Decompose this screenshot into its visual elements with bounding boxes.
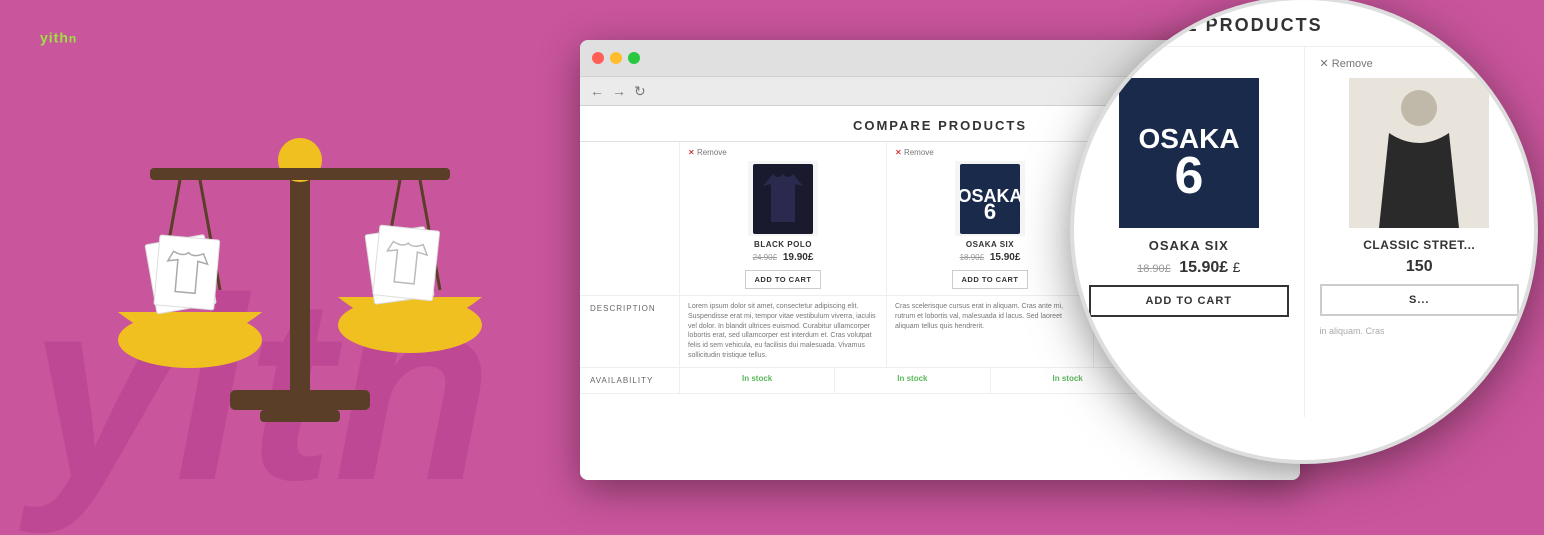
svg-text:6: 6 (1174, 147, 1203, 205)
availability-2: In stock (843, 374, 981, 383)
mag-extra-text: in aliquam. Cras (1320, 326, 1520, 336)
product-name-1: BLACK POLO (688, 240, 878, 249)
price-old-1: 24.90£ (753, 253, 777, 262)
desc-col-2: Cras scelerisque cursus erat in aliquam.… (887, 296, 1094, 367)
set-options-button-mag[interactable]: S... (1320, 284, 1520, 316)
add-to-cart-button-2[interactable]: ADD TO CART (952, 270, 1027, 289)
add-to-cart-button-1[interactable]: ADD TO CART (745, 270, 820, 289)
expand-icon[interactable]: ⤢ (1473, 60, 1484, 77)
minimize-dot[interactable] (610, 52, 622, 64)
availability-3: In stock (999, 374, 1137, 383)
mag-price-new-osaka: 15.90£ (1179, 259, 1228, 276)
label-spacer (580, 142, 680, 295)
mag-price-old-osaka: 18.90£ (1137, 263, 1171, 275)
price-old-2: 18.90£ (960, 253, 984, 262)
avail-col-1: In stock (680, 368, 835, 393)
availability-1: In stock (688, 374, 826, 383)
mag-image-osaka: OSAKA 6 (1119, 78, 1259, 228)
maximize-dot[interactable] (628, 52, 640, 64)
refresh-button[interactable]: ↻ (634, 83, 646, 100)
desc-text-2: Cras scelerisque cursus erat in aliquam.… (895, 302, 1085, 331)
remove-product-2[interactable]: Remove (895, 148, 1085, 157)
avail-col-2: In stock (835, 368, 990, 393)
logo-text: yith (40, 29, 69, 45)
add-to-cart-button-mag[interactable]: ADD TO CART (1089, 285, 1289, 317)
mag-name-osaka: OSAKA SIX (1089, 238, 1289, 253)
desc-col-1: Lorem ipsum dolor sit amet, consectetur … (680, 296, 887, 367)
desc-text-1: Lorem ipsum dolor sit amet, consectetur … (688, 302, 878, 361)
mag-products-row: Remove OSAKA 6 OSAKA SIX 18.90£ 15.90£ £… (1074, 47, 1534, 417)
mag-image-classic (1349, 78, 1489, 228)
close-dot[interactable] (592, 52, 604, 64)
mag-price-new-classic: 150 (1406, 258, 1433, 275)
product-image-1 (748, 161, 818, 236)
description-label: DESCRIPTION (580, 296, 680, 367)
mag-name-classic: CLASSIC STRET... (1320, 238, 1520, 252)
product-image-2: OSAKA 6 (955, 161, 1025, 236)
svg-text:6: 6 (984, 199, 996, 224)
price-new-1: 19.90£ (783, 252, 814, 263)
logo-superscript: n (69, 31, 77, 45)
price-new-2: 15.90£ (990, 252, 1021, 263)
magnify-overlay: ⤢ COMPARE PRODUCTS Remove OSAKA 6 OSAKA … (1074, 0, 1534, 460)
scale-illustration (60, 60, 560, 480)
product-col-2: Remove OSAKA 6 OSAKA SIX 18.90£ 15.90£ A… (887, 142, 1094, 295)
product-col-1: Remove BLACK POLO 24.90£ 19.90£ ADD TO C… (680, 142, 887, 295)
remove-product-1[interactable]: Remove (688, 148, 878, 157)
yith-logo: yithn (40, 28, 77, 59)
back-button[interactable]: ← (590, 83, 604, 99)
product-name-2: OSAKA SIX (895, 240, 1085, 249)
forward-button[interactable]: → (612, 83, 626, 99)
availability-label: AVAILABILITY (580, 368, 680, 393)
